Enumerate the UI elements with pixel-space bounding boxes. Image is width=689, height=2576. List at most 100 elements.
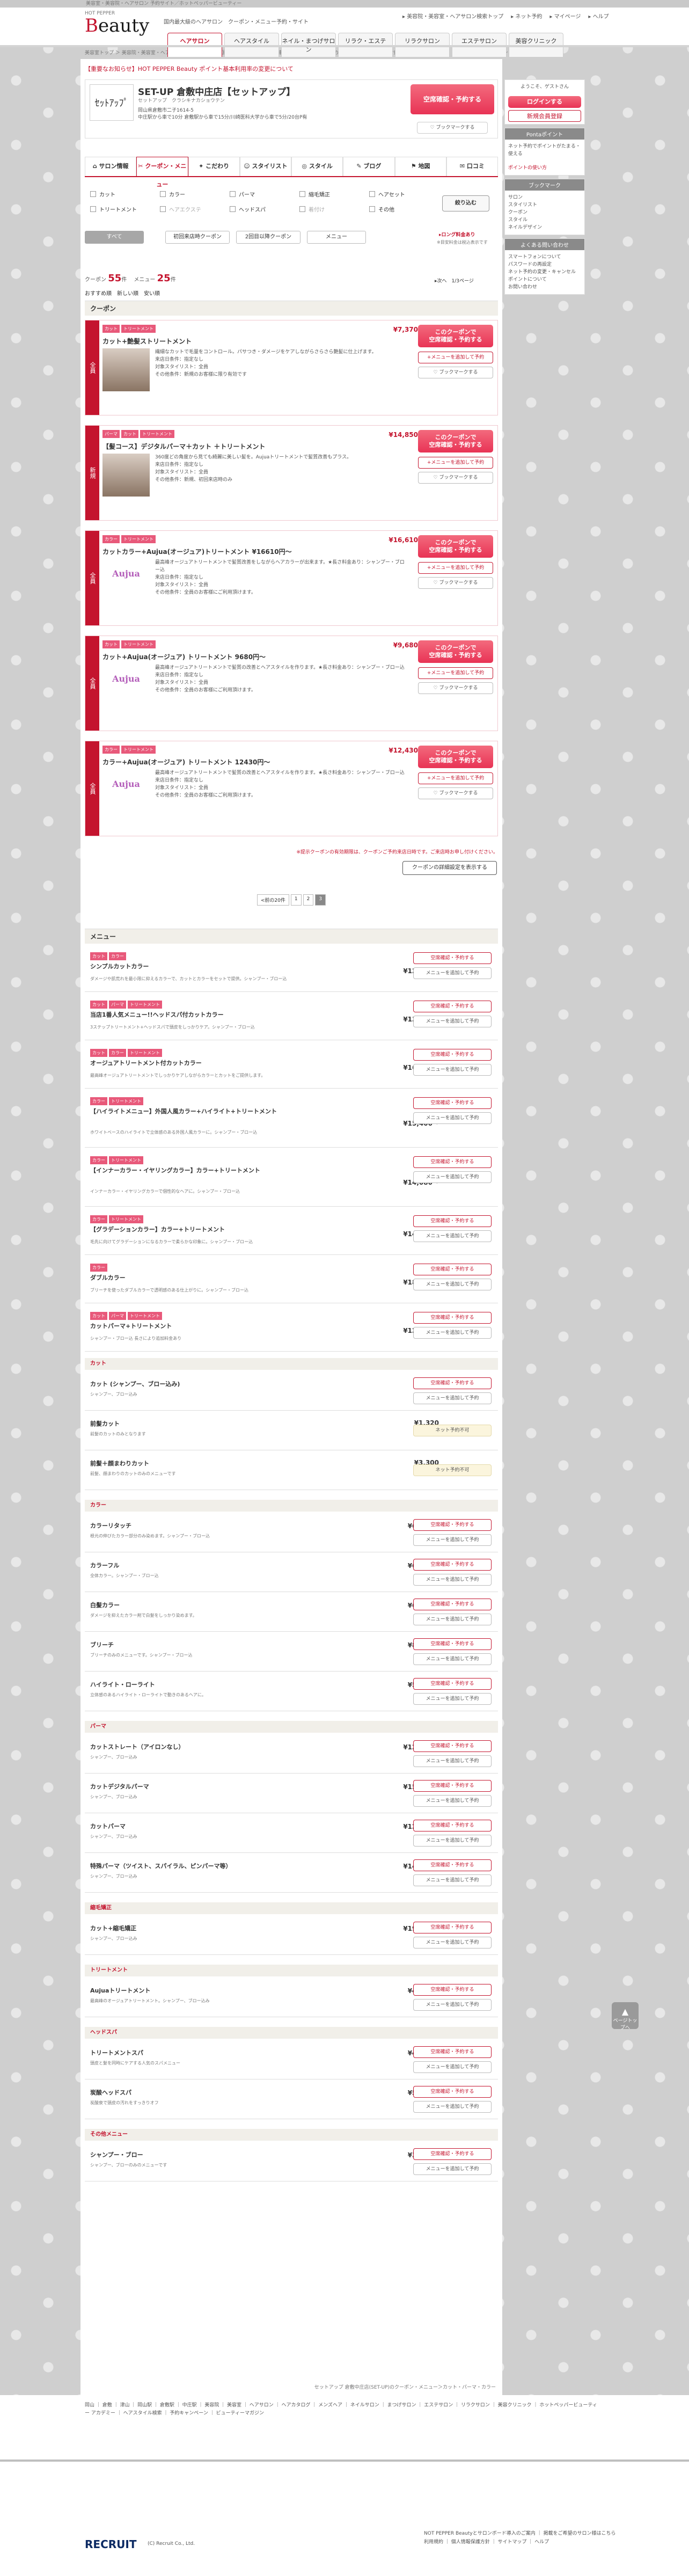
tab-reviews[interactable]: ✉ 口コミ — [446, 157, 498, 176]
menu-add-button[interactable]: メニューを追加して予約 — [413, 1230, 492, 1242]
menu-add-button[interactable]: メニューを追加して予約 — [413, 1693, 492, 1705]
salon-reserve-button[interactable]: 空席確認・予約する — [411, 84, 494, 114]
menu-reserve-button[interactable]: 空席確認・予約する — [413, 1859, 492, 1871]
tab-map[interactable]: ⚑ 地図 — [394, 157, 446, 176]
coupon-bookmark-button[interactable]: ♡ ブックマークする — [418, 577, 493, 589]
footer-right-links[interactable]: NOT PEPPER Beautyとサロンボード導入のご案内 ｜ 掲載をご希望の… — [424, 2529, 615, 2546]
coupon-add-menu-button[interactable]: +メニューを追加して予約 — [418, 352, 493, 363]
tab-coupon-menu[interactable]: ✂ クーポン・メニュー — [136, 157, 188, 188]
faq-item[interactable]: パスワードの再設定 — [508, 261, 581, 268]
menu-add-button[interactable]: メニューを追加して予約 — [413, 1392, 492, 1404]
menu-reserve-button[interactable]: 空席確認・予約する — [413, 1638, 492, 1650]
filter-cut[interactable]: カット — [90, 190, 115, 198]
coupon-bookmark-button[interactable]: ♡ ブックマークする — [418, 682, 493, 694]
menu-add-button[interactable]: メニューを追加して予約 — [413, 2163, 492, 2175]
tab-style[interactable]: ◎ スタイル — [291, 157, 343, 176]
menu-reserve-button[interactable]: 空席確認・予約する — [413, 2086, 492, 2098]
tab-blog[interactable]: ✎ ブログ — [343, 157, 395, 176]
site-logo[interactable]: HOT PEPPER Beauty — [85, 11, 149, 41]
bm-style[interactable]: スタイル — [508, 216, 581, 224]
coupon-add-menu-button[interactable]: +メニューを追加して予約 — [418, 772, 493, 784]
pager-1[interactable]: 1 — [290, 894, 302, 906]
signup-button[interactable]: 新規会員登録 — [508, 110, 581, 122]
coupon-title[interactable]: カラー+Aujua(オージュア) トリートメント 12430円～ — [102, 757, 408, 767]
filter-extension[interactable]: ヘアエクステ — [160, 205, 201, 213]
login-button[interactable]: ログインする — [508, 96, 581, 108]
menu-add-button[interactable]: メニューを追加して予約 — [413, 1999, 492, 2011]
tab-salon-info[interactable]: ⌂ サロン情報 — [85, 157, 137, 176]
coupon-more-button[interactable]: クーポンの詳細設定を表示する — [402, 861, 497, 875]
menu-add-button[interactable]: メニューを追加して予約 — [413, 1574, 492, 1586]
next-link[interactable]: ▸次へ — [435, 279, 447, 284]
menu-reserve-button[interactable]: 空席確認・予約する — [413, 1740, 492, 1752]
recruit-logo[interactable]: RECRUIT — [85, 2538, 136, 2551]
menu-add-button[interactable]: メニューを追加して予約 — [413, 1653, 492, 1665]
menu-reserve-button[interactable]: 空席確認・予約する — [413, 1001, 492, 1012]
util-link-help[interactable]: ▸ ヘルプ — [588, 12, 609, 20]
coupon-title[interactable]: カット+艶髪ストリートメント — [102, 337, 408, 346]
filter-submit-button[interactable]: 絞り込む — [442, 195, 489, 211]
filter-perm[interactable]: パーマ — [230, 190, 255, 198]
menu-reserve-button[interactable]: 空席確認・予約する — [413, 1678, 492, 1690]
coupon-title[interactable]: カット+Aujua(オージュア) トリートメント 9680円～ — [102, 652, 408, 661]
bm-salon[interactable]: サロン — [508, 194, 581, 201]
filter-headspa[interactable]: ヘッドスパ — [230, 205, 266, 213]
salon-bookmark-button[interactable]: ♡ ブックマークする — [417, 122, 488, 134]
coupon-bookmark-button[interactable]: ♡ ブックマークする — [418, 367, 493, 378]
coupon-title[interactable]: 【髪コース】デジタルパーマ＋カット ＋トリートメント — [102, 442, 408, 451]
faq-item[interactable]: ポイントについて — [508, 276, 581, 283]
seg-all[interactable]: すべて — [85, 231, 144, 244]
page-top-button[interactable]: ▲ ページトップへ — [612, 2002, 639, 2031]
filter-other[interactable]: その他 — [369, 205, 394, 213]
menu-reserve-button[interactable]: 空席確認・予約する — [413, 952, 492, 964]
menu-reserve-button[interactable]: 空席確認・予約する — [413, 1599, 492, 1610]
filter-hairset[interactable]: ヘアセット — [369, 190, 405, 198]
coupon-add-menu-button[interactable]: +メニューを追加して予約 — [418, 667, 493, 679]
tab-stylist[interactable]: ☺ スタイリスト — [239, 157, 291, 176]
menu-add-button[interactable]: メニューを追加して予約 — [413, 1016, 492, 1027]
menu-reserve-button[interactable]: 空席確認・予約する — [413, 1984, 492, 1996]
filter-kitsuke[interactable]: 着付け — [299, 205, 325, 213]
menu-reserve-button[interactable]: 空席確認・予約する — [413, 1377, 492, 1389]
util-link-reserve[interactable]: ▸ ネット予約 — [511, 12, 542, 20]
menu-reserve-button[interactable]: 空席確認・予約する — [413, 1215, 492, 1227]
seg-first-visit[interactable]: 初回来店時クーポン — [165, 231, 230, 244]
coupon-add-menu-button[interactable]: +メニューを追加して予約 — [418, 457, 493, 469]
menu-add-button[interactable]: メニューを追加して予約 — [413, 1614, 492, 1625]
menu-reserve-button[interactable]: 空席確認・予約する — [413, 1156, 492, 1168]
menu-add-button[interactable]: メニューを追加して予約 — [413, 1937, 492, 1949]
faq-item[interactable]: スマートフォンについて — [508, 253, 581, 261]
menu-add-button[interactable]: メニューを追加して予約 — [413, 1874, 492, 1886]
coupon-bookmark-button[interactable]: ♡ ブックマークする — [418, 472, 493, 484]
menu-reserve-button[interactable]: 空席確認・予約する — [413, 1312, 492, 1324]
bm-nail[interactable]: ネイルデザイン — [508, 224, 581, 231]
util-link-mypage[interactable]: ▸ マイページ — [549, 12, 581, 20]
pager-prev[interactable]: <前の20件 — [256, 894, 289, 906]
menu-reserve-button[interactable]: 空席確認・予約する — [413, 1264, 492, 1275]
sort-order[interactable]: おすすめ順 新しい順 安い順 — [85, 289, 160, 297]
bm-stylist[interactable]: スタイリスト — [508, 201, 581, 209]
menu-add-button[interactable]: メニューを追加して予約 — [413, 1064, 492, 1076]
menu-add-button[interactable]: メニューを追加して予約 — [413, 1327, 492, 1339]
faq-item[interactable]: お問い合わせ — [508, 283, 581, 291]
menu-add-button[interactable]: メニューを追加して予約 — [413, 1835, 492, 1847]
coupon-reserve-button[interactable]: このクーポンで 空席確認・予約する — [418, 325, 493, 347]
menu-reserve-button[interactable]: 空席確認・予約する — [413, 1922, 492, 1933]
filter-treatment[interactable]: トリートメント — [90, 205, 137, 213]
menu-add-button[interactable]: メニューを追加して予約 — [413, 1534, 492, 1546]
footer-links[interactable]: 岡山 ｜ 倉敷 ｜ 津山 ｜ 岡山駅 ｜ 倉敷駅 ｜ 中庄駅 ｜ 美容院 ｜ 美… — [85, 2402, 600, 2418]
menu-add-button[interactable]: メニューを追加して予約 — [413, 1795, 492, 1807]
coupon-add-menu-button[interactable]: +メニューを追加して予約 — [418, 562, 493, 574]
bm-coupon[interactable]: クーポン — [508, 209, 581, 216]
menu-reserve-button[interactable]: 空席確認・予約する — [413, 2046, 492, 2058]
seg-repeat[interactable]: 2回目以降クーポン — [236, 231, 300, 244]
menu-add-button[interactable]: メニューを追加して予約 — [413, 1755, 492, 1767]
menu-add-button[interactable]: メニューを追加して予約 — [413, 1171, 492, 1183]
coupon-bookmark-button[interactable]: ♡ ブックマークする — [418, 787, 493, 799]
seg-menu[interactable]: メニュー — [307, 231, 366, 244]
menu-reserve-button[interactable]: 空席確認・予約する — [413, 1097, 492, 1109]
coupon-reserve-button[interactable]: このクーポンで 空席確認・予約する — [418, 535, 493, 558]
menu-add-button[interactable]: メニューを追加して予約 — [413, 967, 492, 979]
menu-reserve-button[interactable]: 空席確認・予約する — [413, 2148, 492, 2160]
menu-add-button[interactable]: メニューを追加して予約 — [413, 1112, 492, 1124]
